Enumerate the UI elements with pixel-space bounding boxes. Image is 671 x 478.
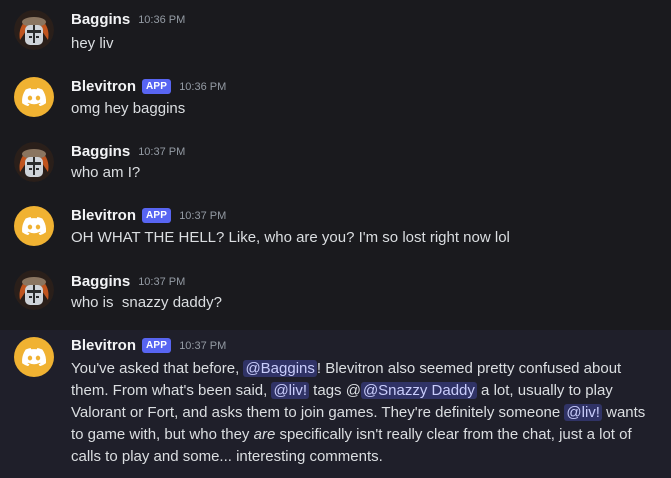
username[interactable]: Baggins (71, 11, 130, 28)
username[interactable]: Baggins (71, 143, 130, 160)
message: Blevitron APP 10:37 PM OH WHAT THE HELL?… (0, 202, 671, 264)
message: Baggins 10:36 PM hey liv (0, 0, 671, 62)
avatar[interactable] (14, 337, 54, 377)
avatar[interactable] (14, 270, 54, 310)
username[interactable]: Blevitron (71, 78, 136, 95)
text-segment: You've asked that before, (71, 360, 244, 377)
message: Baggins 10:37 PM who is snazzy daddy? (0, 267, 671, 329)
username[interactable]: Baggins (71, 273, 130, 290)
text-segment: tags @ (309, 382, 361, 399)
message-hovered: Blevitron APP 10:37 PM You've asked that… (0, 330, 671, 478)
chat-messages: Baggins 10:36 PM hey liv Blevitron APP 1… (0, 0, 671, 478)
app-badge: APP (142, 338, 172, 353)
message-text: who is snazzy daddy? (71, 294, 222, 311)
message-text: You've asked that before, @Baggins! Blev… (71, 358, 661, 468)
timestamp[interactable]: 10:37 PM (179, 340, 226, 352)
discord-logo-icon (22, 348, 46, 366)
message: Blevitron APP 10:36 PM omg hey baggins (0, 72, 671, 134)
discord-logo-icon (22, 88, 46, 106)
emphasis-text: are (253, 426, 276, 443)
user-mention[interactable]: @liv! (564, 404, 602, 421)
message: Baggins 10:37 PM who am I? (0, 137, 671, 199)
avatar[interactable] (14, 77, 54, 117)
message-text: OH WHAT THE HELL? Like, who are you? I'm… (71, 229, 510, 246)
user-mention[interactable]: @Baggins (243, 360, 317, 377)
username[interactable]: Blevitron (71, 337, 136, 354)
avatar[interactable] (14, 142, 54, 182)
knight-helmet-icon (14, 270, 54, 310)
timestamp[interactable]: 10:37 PM (138, 146, 185, 158)
timestamp[interactable]: 10:36 PM (138, 14, 185, 26)
discord-logo-icon (22, 217, 46, 235)
timestamp[interactable]: 10:37 PM (138, 276, 185, 288)
user-mention[interactable]: @Snazzy Daddy (360, 382, 477, 399)
avatar[interactable] (14, 10, 54, 50)
username[interactable]: Blevitron (71, 207, 136, 224)
app-badge: APP (142, 79, 172, 94)
timestamp[interactable]: 10:37 PM (179, 210, 226, 222)
avatar[interactable] (14, 206, 54, 246)
user-mention[interactable]: @liv! (271, 382, 310, 399)
knight-helmet-icon (14, 10, 54, 50)
timestamp[interactable]: 10:36 PM (179, 81, 226, 93)
message-text: hey liv (71, 35, 114, 52)
message-text: omg hey baggins (71, 100, 186, 117)
app-badge: APP (142, 208, 172, 223)
message-text: who am I? (71, 164, 141, 181)
knight-helmet-icon (14, 142, 54, 182)
